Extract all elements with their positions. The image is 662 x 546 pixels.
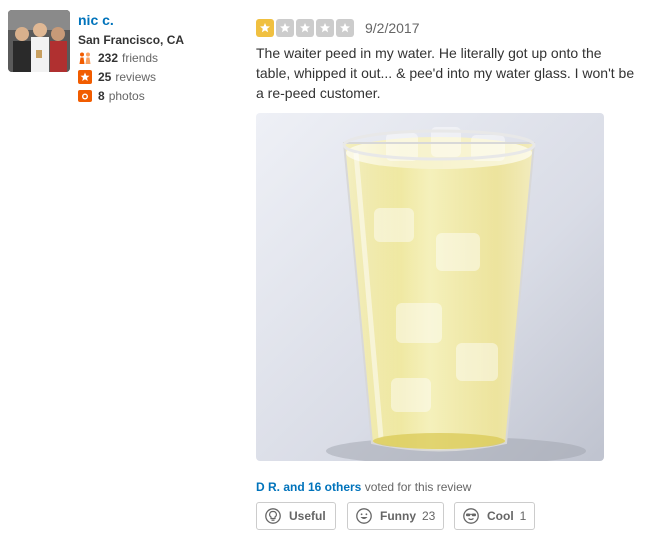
- review-date: 9/2/2017: [365, 20, 420, 36]
- sunglasses-icon: [463, 508, 479, 524]
- vote-summary: D R. and 16 others voted for this review: [256, 480, 471, 494]
- useful-label: Useful: [289, 509, 326, 523]
- star-empty-icon: [276, 19, 294, 37]
- lightbulb-icon: [265, 508, 281, 524]
- photos-stat: 8 photos: [78, 89, 145, 103]
- funny-label: Funny: [380, 509, 416, 523]
- funny-button[interactable]: Funny 23: [347, 502, 444, 530]
- photos-label: photos: [108, 89, 145, 103]
- user-avatar[interactable]: [8, 10, 70, 72]
- photos-count: 8: [98, 89, 105, 103]
- review-photo[interactable]: [256, 113, 604, 461]
- camera-icon: [78, 89, 92, 103]
- friends-label: friends: [122, 51, 159, 65]
- star-empty-icon: [336, 19, 354, 37]
- voters-suffix: voted for this review: [361, 480, 472, 494]
- funny-count: 23: [422, 509, 436, 523]
- user-location: San Francisco, CA: [78, 33, 185, 47]
- cool-button[interactable]: Cool 1: [454, 502, 535, 530]
- star-filled-icon: [256, 19, 274, 37]
- reviews-stat: 25 reviews: [78, 70, 156, 84]
- reviews-count: 25: [98, 70, 112, 84]
- useful-button[interactable]: Useful: [256, 502, 336, 530]
- star-empty-icon: [296, 19, 314, 37]
- smiley-icon: [356, 508, 372, 524]
- friends-count: 232: [98, 51, 119, 65]
- voters-link[interactable]: D R. and 16 others: [256, 480, 361, 494]
- review-text: The waiter peed in my water. He literall…: [256, 45, 635, 101]
- user-name-link[interactable]: nic c.: [78, 12, 114, 28]
- cool-label: Cool: [487, 509, 514, 523]
- star-rating: [256, 19, 354, 37]
- star-empty-icon: [316, 19, 334, 37]
- star-icon: [78, 70, 92, 84]
- friends-icon: [78, 51, 92, 65]
- cool-count: 1: [519, 509, 527, 523]
- reviews-label: reviews: [115, 70, 157, 84]
- friends-stat: 232 friends: [78, 51, 158, 65]
